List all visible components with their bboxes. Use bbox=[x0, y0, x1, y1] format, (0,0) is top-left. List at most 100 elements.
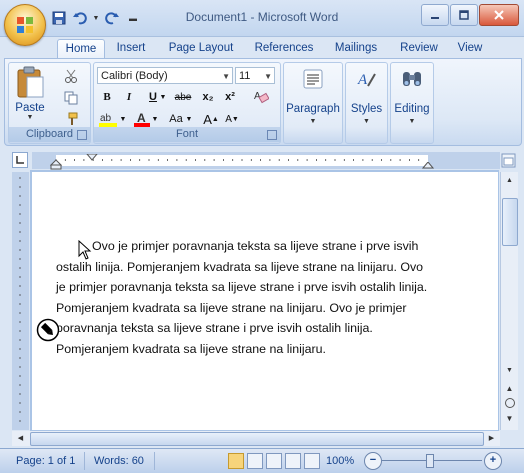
font-color-dropdown-icon[interactable]: ▼ bbox=[150, 110, 160, 128]
drag-cursor-icon bbox=[36, 318, 60, 345]
previous-page-icon[interactable]: ▲ bbox=[503, 382, 516, 395]
maximize-button[interactable] bbox=[450, 4, 478, 26]
print-layout-view-icon[interactable] bbox=[228, 453, 244, 469]
close-icon bbox=[494, 10, 504, 20]
styles-group[interactable]: A Styles ▼ bbox=[345, 62, 388, 144]
vertical-scroll-thumb[interactable] bbox=[502, 198, 518, 246]
highlight-dropdown-icon[interactable]: ▼ bbox=[118, 110, 128, 128]
horizontal-scrollbar[interactable]: ◀ ▶ bbox=[12, 431, 500, 446]
close-button[interactable] bbox=[479, 4, 519, 26]
copy-icon[interactable] bbox=[61, 89, 81, 107]
paste-button[interactable]: Paste ▼ bbox=[12, 65, 48, 125]
svg-text:A: A bbox=[137, 111, 146, 125]
font-color-icon[interactable]: A bbox=[132, 110, 152, 128]
font-name-combo[interactable]: Calibri (Body) ▼ bbox=[97, 67, 233, 84]
page-count-status[interactable]: Page: 1 of 1 bbox=[16, 453, 75, 469]
ribbon-tabs: Home Insert Page Layout References Maili… bbox=[0, 36, 524, 59]
zoom-slider-thumb[interactable] bbox=[426, 454, 434, 468]
office-logo-icon bbox=[17, 17, 33, 33]
paste-dropdown-icon: ▼ bbox=[26, 114, 34, 121]
paragraph-group[interactable]: Paragraph ▼ bbox=[283, 62, 343, 144]
word-count-status[interactable]: Words: 60 bbox=[94, 453, 144, 469]
document-text[interactable]: Ovo je primjer poravnanja teksta sa lije… bbox=[56, 236, 428, 359]
font-group-label: Font bbox=[94, 127, 280, 142]
zoom-in-icon[interactable]: + bbox=[484, 452, 502, 470]
scroll-right-icon[interactable]: ▶ bbox=[485, 432, 498, 445]
styles-dropdown-icon: ▼ bbox=[363, 118, 370, 125]
scroll-left-icon[interactable]: ◀ bbox=[14, 432, 27, 445]
paragraph-icon bbox=[303, 69, 323, 92]
minimize-button[interactable] bbox=[421, 4, 449, 26]
maximize-icon bbox=[459, 10, 469, 20]
font-dialog-launcher[interactable] bbox=[267, 130, 277, 140]
clipboard-dialog-launcher[interactable] bbox=[77, 130, 87, 140]
document-page[interactable]: Ovo je primjer poravnanja teksta sa lije… bbox=[32, 172, 498, 430]
horizontal-ruler[interactable] bbox=[32, 152, 500, 170]
strikethrough-button[interactable]: abe bbox=[171, 88, 195, 106]
shrink-font-button[interactable]: A ▼ bbox=[222, 110, 242, 128]
styles-icon: A bbox=[355, 68, 377, 93]
shrink-font-label: A bbox=[225, 113, 232, 125]
italic-button[interactable]: I bbox=[119, 88, 139, 106]
view-ruler-icon[interactable] bbox=[500, 152, 517, 169]
svg-text:A: A bbox=[357, 72, 368, 88]
paste-icon bbox=[17, 66, 44, 98]
bold-button[interactable]: B bbox=[97, 88, 117, 106]
cut-icon[interactable] bbox=[61, 67, 81, 85]
change-case-button[interactable]: Aa bbox=[166, 110, 186, 128]
tab-selector[interactable] bbox=[12, 152, 28, 168]
web-layout-view-icon[interactable] bbox=[266, 453, 282, 469]
font-name-value: Calibri (Body) bbox=[101, 70, 168, 82]
zoom-level[interactable]: 100% bbox=[326, 453, 354, 469]
format-painter-icon[interactable] bbox=[61, 110, 81, 128]
draft-view-icon[interactable] bbox=[304, 453, 320, 469]
scroll-down-icon[interactable]: ▼ bbox=[503, 364, 516, 377]
underline-dropdown-icon[interactable]: ▼ bbox=[158, 88, 168, 106]
highlight-color-icon[interactable]: ab bbox=[97, 110, 119, 128]
tab-page-layout[interactable]: Page Layout bbox=[162, 39, 240, 58]
outline-view-icon[interactable] bbox=[285, 453, 301, 469]
editing-group[interactable]: Editing ▼ bbox=[390, 62, 434, 144]
font-size-combo[interactable]: 11 ▼ bbox=[235, 67, 275, 84]
tab-home[interactable]: Home bbox=[57, 39, 105, 59]
next-page-icon[interactable]: ▼ bbox=[503, 412, 516, 425]
clipboard-group: Paste ▼ Clipboard bbox=[8, 62, 91, 144]
tab-view[interactable]: View bbox=[452, 39, 488, 58]
scroll-up-icon[interactable]: ▲ bbox=[503, 174, 516, 187]
clear-formatting-icon[interactable]: A bbox=[251, 87, 271, 105]
tab-references[interactable]: References bbox=[250, 39, 318, 58]
font-name-dropdown-icon[interactable]: ▼ bbox=[222, 68, 230, 85]
tab-insert[interactable]: Insert bbox=[108, 39, 154, 58]
minimize-icon bbox=[431, 17, 439, 19]
office-button[interactable] bbox=[4, 4, 46, 46]
grow-font-button[interactable]: A ▲ bbox=[201, 110, 221, 128]
zoom-out-icon[interactable]: − bbox=[364, 452, 382, 470]
subscript-button[interactable]: x₂ bbox=[198, 88, 218, 106]
vertical-ruler[interactable] bbox=[12, 172, 29, 430]
change-case-dropdown-icon[interactable]: ▼ bbox=[184, 110, 194, 128]
full-screen-reading-view-icon[interactable] bbox=[247, 453, 263, 469]
svg-text:ab: ab bbox=[100, 113, 112, 124]
paragraph-dropdown-icon: ▼ bbox=[309, 118, 317, 125]
paste-label: Paste bbox=[15, 102, 45, 114]
ribbon: Paste ▼ Clipboard Calibri (Body) ▼ 11 ▼ … bbox=[4, 58, 522, 146]
font-group: Calibri (Body) ▼ 11 ▼ B I U ▼ abe x₂ x² … bbox=[93, 62, 281, 144]
first-line-indent-marker[interactable] bbox=[85, 152, 99, 164]
paragraph-label: Paragraph bbox=[286, 103, 340, 115]
status-bar: Page: 1 of 1 Words: 60 100% − + bbox=[0, 448, 524, 473]
grow-font-label: A bbox=[203, 111, 212, 127]
view-buttons bbox=[228, 453, 320, 469]
editing-label: Editing bbox=[394, 103, 430, 115]
tab-mailings[interactable]: Mailings bbox=[327, 39, 385, 58]
binoculars-icon bbox=[401, 68, 423, 93]
editing-dropdown-icon: ▼ bbox=[408, 118, 416, 125]
horizontal-scroll-thumb[interactable] bbox=[30, 432, 484, 446]
font-size-value: 11 bbox=[239, 70, 251, 82]
mouse-pointer-icon bbox=[78, 239, 92, 263]
tab-review[interactable]: Review bbox=[394, 39, 444, 58]
vertical-scrollbar[interactable]: ▲ ▼ ▲ ▼ bbox=[500, 172, 518, 430]
font-size-dropdown-icon[interactable]: ▼ bbox=[264, 68, 272, 85]
superscript-button[interactable]: x² bbox=[220, 88, 240, 106]
styles-label: Styles bbox=[350, 103, 383, 115]
select-browse-object-icon[interactable] bbox=[505, 398, 515, 408]
